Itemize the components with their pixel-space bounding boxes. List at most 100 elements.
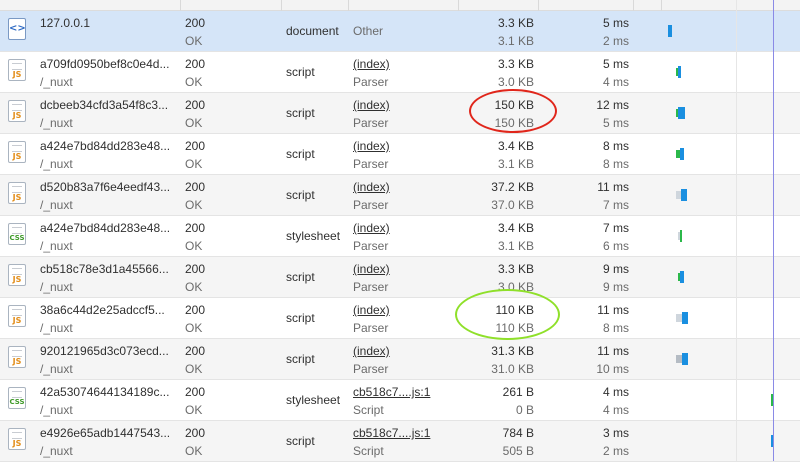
js-file-icon: JS [8, 264, 26, 286]
waterfall-bar[interactable] [682, 353, 688, 365]
initiator-cell: (index) Parser [353, 52, 455, 92]
js-file-icon: JS [8, 428, 26, 450]
size-cell: 37.2 KB 37.0 KB [459, 175, 534, 215]
red-highlight-circle [469, 89, 557, 133]
transfer-size: 3.3 KB [497, 16, 534, 30]
total-time: 3 ms [602, 426, 629, 440]
initiator-link[interactable]: (index) [353, 180, 390, 194]
request-name-cell[interactable]: a709fd0950bef8c0e4d... /_nuxt [40, 52, 178, 92]
status-cell: 200 OK [185, 11, 275, 51]
request-name-cell[interactable]: e4926e65adb1447543... /_nuxt [40, 421, 178, 461]
request-name[interactable]: d520b83a7f6e4eedf43... [40, 180, 170, 194]
type-cell: script [286, 339, 346, 379]
table-row[interactable]: JS a424e7bd84dd283e48... /_nuxt 200 OK script… [0, 134, 800, 175]
initiator-cell: cb518c7....js:1 Script [353, 380, 455, 420]
request-name-cell[interactable]: 127.0.0.1 [40, 11, 178, 51]
waterfall-bar[interactable] [681, 189, 687, 201]
status-text: OK [185, 157, 203, 171]
request-name[interactable]: e4926e65adb1447543... [40, 426, 170, 440]
request-name[interactable]: dcbeeb34cfd3a54f8c3... [40, 98, 168, 112]
request-name[interactable]: 42a53074644134189c... [40, 385, 169, 399]
table-row[interactable]: <> 127.0.0.1 200 OK document Other 3.3 KB 3.1 K… [0, 11, 800, 52]
request-name[interactable]: a424e7bd84dd283e48... [40, 139, 170, 153]
time-cell: 5 ms 4 ms [539, 52, 629, 92]
js-file-icon: JS [8, 346, 26, 368]
content-size: 3.1 KB [497, 34, 534, 48]
initiator-type: Parser [353, 116, 389, 130]
time-cell: 11 ms 10 ms [539, 339, 629, 379]
status-code: 200 [185, 57, 206, 71]
resource-type: script [286, 270, 315, 284]
table-row[interactable]: CSS a424e7bd84dd283e48... /_nuxt 200 OK style… [0, 216, 800, 257]
waterfall-bar[interactable] [678, 107, 685, 119]
waterfall-bar[interactable] [680, 271, 684, 283]
table-row[interactable]: JS d520b83a7f6e4eedf43... /_nuxt 200 OK scrip… [0, 175, 800, 216]
waterfall-bar[interactable] [678, 66, 681, 78]
waterfall-bar[interactable] [668, 25, 672, 37]
request-name[interactable]: 127.0.0.1 [40, 16, 90, 30]
time-cell: 4 ms 4 ms [539, 380, 629, 420]
time-cell: 11 ms 7 ms [539, 175, 629, 215]
type-cell: stylesheet [286, 380, 346, 420]
js-file-icon: JS [8, 100, 26, 122]
request-name[interactable]: cb518c78e3d1a45566... [40, 262, 169, 276]
latency-time: 8 ms [602, 321, 629, 335]
status-text: OK [185, 75, 203, 89]
request-name-cell[interactable]: dcbeeb34cfd3a54f8c3... /_nuxt [40, 93, 178, 133]
initiator-type: Parser [353, 198, 389, 212]
request-name-cell[interactable]: d520b83a7f6e4eedf43... /_nuxt [40, 175, 178, 215]
initiator-cell: (index) Parser [353, 216, 455, 256]
latency-time: 10 ms [596, 362, 629, 376]
request-name-cell[interactable]: a424e7bd84dd283e48... /_nuxt [40, 216, 178, 256]
initiator-link[interactable]: (index) [353, 98, 390, 112]
table-row[interactable]: JS e4926e65adb1447543... /_nuxt 200 OK script… [0, 421, 800, 462]
initiator-cell: (index) Parser [353, 134, 455, 174]
initiator-link[interactable]: (index) [353, 57, 390, 71]
table-row[interactable]: CSS 42a53074644134189c... /_nuxt 200 OK style… [0, 380, 800, 421]
waterfall-bar[interactable] [680, 148, 684, 160]
status-cell: 200 OK [185, 257, 275, 297]
initiator-link[interactable]: (index) [353, 262, 390, 276]
table-row[interactable]: JS a709fd0950bef8c0e4d... /_nuxt 200 OK scrip… [0, 52, 800, 93]
initiator-link[interactable]: (index) [353, 303, 390, 317]
total-time: 5 ms [602, 57, 629, 71]
size-cell: 3.3 KB 3.1 KB [459, 11, 534, 51]
css-file-icon: CSS [8, 223, 26, 245]
request-path: /_nuxt [40, 198, 73, 212]
request-path: /_nuxt [40, 444, 73, 458]
request-name-cell[interactable]: a424e7bd84dd283e48... /_nuxt [40, 134, 178, 174]
table-row[interactable]: JS cb518c78e3d1a45566... /_nuxt 200 OK script… [0, 257, 800, 298]
initiator-link[interactable]: cb518c7....js:1 [353, 385, 430, 399]
type-cell: script [286, 298, 346, 338]
request-name-cell[interactable]: 38a6c44d2e25adccf5... /_nuxt [40, 298, 178, 338]
initiator-type: Parser [353, 280, 389, 294]
resource-type: script [286, 188, 315, 202]
table-row[interactable]: JS 38a6c44d2e25adccf5... /_nuxt 200 OK script… [0, 298, 800, 339]
request-name[interactable]: 920121965d3c073ecd... [40, 344, 169, 358]
total-time: 4 ms [602, 385, 629, 399]
request-name[interactable]: a424e7bd84dd283e48... [40, 221, 170, 235]
request-name-cell[interactable]: 920121965d3c073ecd... /_nuxt [40, 339, 178, 379]
request-name[interactable]: a709fd0950bef8c0e4d... [40, 57, 169, 71]
initiator-link[interactable]: (index) [353, 139, 390, 153]
initiator-link[interactable]: cb518c7....js:1 [353, 426, 430, 440]
initiator-link[interactable]: (index) [353, 344, 390, 358]
table-row[interactable]: JS dcbeeb34cfd3a54f8c3... /_nuxt 200 OK scrip… [0, 93, 800, 134]
latency-time: 2 ms [602, 444, 629, 458]
status-text: OK [185, 321, 203, 335]
initiator-link[interactable]: (index) [353, 221, 390, 235]
waterfall-bar[interactable] [682, 312, 688, 324]
total-time: 9 ms [602, 262, 629, 276]
request-name[interactable]: 38a6c44d2e25adccf5... [40, 303, 165, 317]
type-cell: script [286, 52, 346, 92]
status-cell: 200 OK [185, 339, 275, 379]
request-name-cell[interactable]: 42a53074644134189c... /_nuxt [40, 380, 178, 420]
content-size: 0 B [515, 403, 534, 417]
table-row[interactable]: JS 920121965d3c073ecd... /_nuxt 200 OK script… [0, 339, 800, 380]
request-name-cell[interactable]: cb518c78e3d1a45566... /_nuxt [40, 257, 178, 297]
initiator-type: Parser [353, 157, 389, 171]
status-code: 200 [185, 221, 206, 235]
time-cell: 5 ms 2 ms [539, 11, 629, 51]
waterfall-bar[interactable] [680, 230, 682, 242]
total-time: 5 ms [602, 16, 629, 30]
